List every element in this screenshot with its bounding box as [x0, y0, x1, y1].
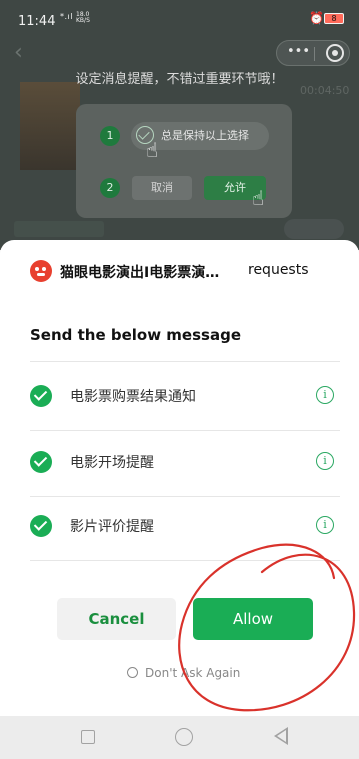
sheet-title: Send the below message — [30, 326, 241, 344]
dont-ask-again-label: Don't Ask Again — [145, 666, 241, 680]
divider — [30, 560, 340, 561]
pointing-hand-icon: ☝ — [146, 138, 159, 162]
net-speed-unit: KB/S — [76, 17, 90, 24]
message-label: 电影票购票结果通知 — [70, 389, 196, 405]
subscribe-message-sheet: 猫眼电影演出I电影票演… requests Send the below mes… — [0, 240, 359, 716]
info-icon[interactable]: i — [316, 386, 334, 404]
cancel-button[interactable]: Cancel — [57, 598, 176, 640]
guide-cancel-button: 取消 — [132, 176, 192, 200]
app-name: 猫眼电影演出I电影票演… — [60, 265, 220, 281]
battery-icon: 8 — [324, 13, 344, 24]
background-chip — [284, 219, 344, 239]
status-time: 11:44 — [18, 14, 56, 29]
net-speed: 18.0 KB/S — [76, 12, 90, 24]
divider — [30, 361, 340, 362]
message-item-purchase-result[interactable]: 电影票购票结果通知 i — [30, 364, 340, 428]
movie-poster — [20, 82, 80, 170]
checkbox-checked-icon[interactable] — [30, 451, 52, 473]
step-1-badge: 1 — [100, 126, 120, 146]
requests-label: requests — [248, 262, 309, 278]
checkbox-checked-icon[interactable] — [30, 385, 52, 407]
back-triangle-icon[interactable] — [274, 727, 288, 745]
more-icon[interactable]: ••• — [287, 44, 310, 59]
capsule-divider — [314, 47, 315, 61]
close-miniprogram-icon[interactable] — [326, 44, 344, 62]
message-item-showtime-reminder[interactable]: 电影开场提醒 i — [30, 430, 340, 494]
radio-unchecked-icon[interactable] — [127, 667, 138, 678]
info-icon[interactable]: i — [316, 516, 334, 534]
message-label: 电影开场提醒 — [70, 455, 154, 471]
back-arrow-icon[interactable]: ‹ — [14, 40, 28, 65]
home-icon[interactable] — [175, 728, 193, 746]
alarm-icon: ⏰ — [309, 11, 324, 25]
background-page: 11:44 *.ıl 18.0 KB/S ⏰ 8 ‹ ••• 00:04:50 … — [0, 0, 359, 250]
message-label: 影片评价提醒 — [70, 519, 154, 535]
maoyan-logo-icon — [30, 260, 52, 282]
reminder-hint-text: 设定消息提醒，不错过重要环节哦！ — [75, 72, 284, 87]
background-tag — [14, 221, 104, 237]
status-bar: 11:44 *.ıl 18.0 KB/S ⏰ 8 — [0, 0, 359, 36]
checkbox-checked-icon[interactable] — [30, 515, 52, 537]
message-item-review-reminder[interactable]: 影片评价提醒 i — [30, 494, 340, 558]
allow-button[interactable]: Allow — [193, 598, 313, 640]
info-icon[interactable]: i — [316, 452, 334, 470]
navigation-bar — [0, 716, 359, 759]
recent-apps-icon[interactable] — [81, 730, 95, 744]
signal-icon: *.ıl — [60, 12, 73, 21]
guide-card: 1 总是保持以上选择 ☝ 2 取消 允许 ☝ — [76, 104, 292, 218]
pointing-hand-icon: ☝ — [252, 186, 265, 210]
miniprogram-capsule[interactable]: ••• — [276, 40, 350, 66]
app-header: 猫眼电影演出I电影票演… requests — [30, 260, 330, 284]
step-2-badge: 2 — [100, 178, 120, 198]
